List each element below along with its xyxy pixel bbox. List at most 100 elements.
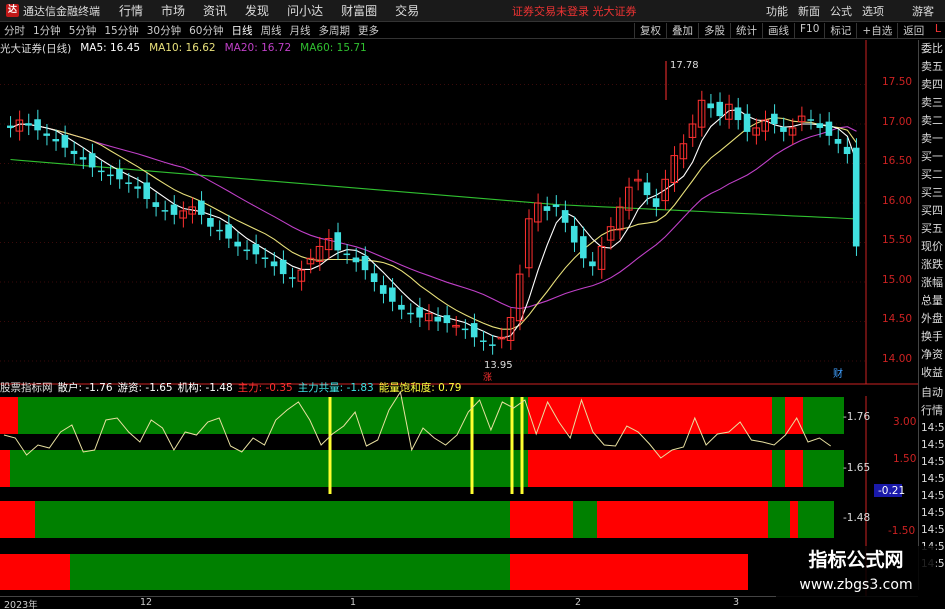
login-notice[interactable]: 证券交易未登录 光大证券: [512, 3, 637, 19]
stock-title[interactable]: 光大证券(日线): [0, 41, 71, 56]
jigou-value-label: -1.48: [843, 512, 870, 524]
price-axis: 17.50 17.00 16.50 16.00 15.50 15.00 14.5…: [865, 40, 912, 384]
period-more[interactable]: 更多: [354, 23, 383, 38]
sidebar-buy3[interactable]: 买三: [919, 184, 945, 202]
indicator-bar-segment: [510, 554, 748, 590]
tool-huaxian[interactable]: 画线: [762, 22, 794, 38]
sidebar-volume[interactable]: 总量: [919, 292, 945, 310]
ind-tick-150: 1.50: [893, 453, 916, 465]
sidebar-weibi[interactable]: 委比: [919, 40, 945, 58]
tool-f10[interactable]: F10: [794, 22, 824, 38]
tool-biaoji[interactable]: 标记: [824, 22, 856, 38]
menu-gongshi[interactable]: 公式: [825, 3, 857, 19]
price-grid: [0, 84, 866, 362]
period-monthly[interactable]: 月线: [286, 23, 315, 38]
candle-body: [234, 241, 241, 247]
price-tick-1500: 15.00: [882, 274, 912, 286]
menu-xuanxiang[interactable]: 选项: [857, 3, 889, 19]
time-item: 14:50: [921, 473, 945, 485]
indicator-bar-segment: [510, 501, 573, 538]
sidebar-buy1[interactable]: 买一: [919, 148, 945, 166]
candle-body: [134, 186, 141, 189]
candle-body: [370, 273, 378, 282]
youzi-value-label: -1.65: [843, 462, 870, 474]
candle-body: [198, 200, 205, 215]
sidebar-sell5[interactable]: 卖五: [919, 58, 945, 76]
sidebar-buy4[interactable]: 买四: [919, 202, 945, 220]
sanhu-value-label: -1.76: [843, 411, 870, 423]
indicator-bar-segment: [785, 450, 803, 487]
period-daily[interactable]: 日线: [228, 23, 257, 38]
sidebar-quote[interactable]: 行情: [919, 402, 945, 420]
period-toolbar: 分时 1分钟 5分钟 15分钟 30分钟 60分钟 日线 周线 月线 多周期 更…: [0, 22, 945, 39]
sidebar-sell2[interactable]: 卖二: [919, 112, 945, 130]
time-item: 14:50: [921, 490, 945, 502]
menu-hangqing[interactable]: 行情: [110, 2, 152, 19]
period-15min[interactable]: 15分钟: [100, 23, 142, 38]
period-multi[interactable]: 多周期: [315, 23, 355, 38]
finance-label: 财: [833, 367, 843, 380]
candle-body: [825, 121, 833, 136]
limit-up-label: 涨: [483, 372, 492, 383]
tool-tongji[interactable]: 统计: [730, 22, 762, 38]
indicator-bar-segment: [528, 397, 772, 434]
guest-label[interactable]: 游客: [907, 3, 939, 19]
menu-xinmian[interactable]: 新面: [793, 3, 825, 19]
time-item: 14:50: [921, 422, 945, 434]
menu-caifuquan[interactable]: 财富圈: [332, 2, 386, 19]
indicator-bar-segment: [528, 450, 772, 487]
sidebar-netasset[interactable]: 净资: [919, 346, 945, 364]
sidebar-earnings[interactable]: 收益: [919, 364, 945, 382]
tool-fuquan[interactable]: 复权: [634, 22, 666, 38]
candle-body: [852, 147, 860, 247]
period-60min[interactable]: 60分钟: [185, 23, 227, 38]
kline-chart[interactable]: 17.78 13.95 涨 财 17.50 17.00 16.50 16.00 …: [0, 40, 918, 596]
candle-body: [552, 204, 560, 207]
indicator-bar-segment: [0, 397, 18, 434]
menu-jiaoyi[interactable]: 交易: [386, 2, 428, 19]
sidebar-pct[interactable]: 涨幅: [919, 274, 945, 292]
candle-body: [570, 225, 578, 243]
sidebar-change[interactable]: 涨跌: [919, 256, 945, 274]
app-logo: 达 通达信金融终端: [0, 3, 106, 19]
time-item: 14:50: [921, 507, 945, 519]
sidebar-turnover[interactable]: 换手: [919, 328, 945, 346]
menu-gongneng[interactable]: 功能: [761, 3, 793, 19]
date-label-12: 12: [140, 597, 153, 608]
sidebar-sell4[interactable]: 卖四: [919, 76, 945, 94]
time-item: 14:50: [921, 524, 945, 536]
date-label-3: 3: [733, 597, 740, 608]
sidebar-price[interactable]: 现价: [919, 238, 945, 256]
indicator-bar-segment: [470, 397, 528, 434]
candle-body: [389, 287, 396, 302]
sidebar-sell1[interactable]: 卖一: [919, 130, 945, 148]
indicator-bar-segment: [768, 501, 790, 538]
sidebar-sell3[interactable]: 卖三: [919, 94, 945, 112]
period-weekly[interactable]: 周线: [257, 23, 286, 38]
menu-faxian[interactable]: 发现: [236, 2, 278, 19]
sidebar-buy2[interactable]: 买二: [919, 166, 945, 184]
menu-wenxiaoda[interactable]: 问小达: [278, 2, 332, 19]
menu-zixun[interactable]: 资讯: [194, 2, 236, 19]
candle-body: [43, 133, 50, 136]
price-tick-1700: 17.00: [882, 116, 912, 128]
menu-shichang[interactable]: 市场: [152, 2, 194, 19]
period-fenshi[interactable]: 分时: [0, 23, 29, 38]
right-menu: 功能 新面 公式 选项 游客: [761, 3, 945, 19]
period-30min[interactable]: 30分钟: [143, 23, 185, 38]
candle-body: [807, 119, 815, 121]
sidebar-outer[interactable]: 外盘: [919, 310, 945, 328]
main-chart-header: 光大证券(日线) MA5: 16.45 MA10: 16.62 MA20: 16…: [0, 41, 376, 55]
candle-body: [343, 253, 351, 256]
tool-duogu[interactable]: 多股: [698, 22, 730, 38]
tool-diejia[interactable]: 叠加: [666, 22, 698, 38]
indicator-name[interactable]: 股票指标网: [0, 380, 53, 395]
indicator-bar-segment: [772, 397, 785, 434]
period-1min[interactable]: 1分钟: [29, 23, 65, 38]
candle-body: [580, 236, 587, 259]
sidebar-auto[interactable]: 自动: [919, 384, 945, 402]
tool-zixuan[interactable]: +自选: [856, 22, 897, 38]
sidebar-buy5[interactable]: 买五: [919, 220, 945, 238]
candle-body: [479, 340, 487, 342]
period-5min[interactable]: 5分钟: [65, 23, 101, 38]
